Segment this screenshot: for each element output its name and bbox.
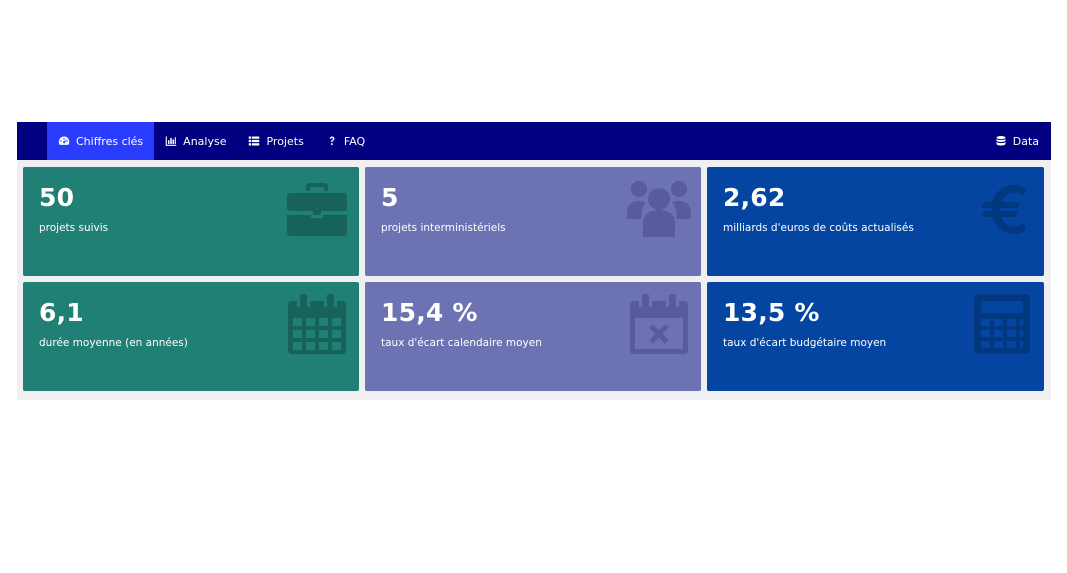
stat-card-ecart-calendaire: 15,4 % taux d'écart calendaire moyen [365,282,701,391]
nav-item-label: Data [1012,134,1039,148]
calendar-x-icon [627,292,691,356]
list-icon [249,136,260,146]
nav-item-faq[interactable]: FAQ [315,122,376,160]
nav-menu: Chiffres clés Analyse Projets FAQ [17,122,376,160]
calendar-icon [285,292,349,356]
euro-icon [970,177,1034,241]
nav-item-label: Analyse [183,134,227,148]
top-navbar: Chiffres clés Analyse Projets FAQ Data [17,122,1051,160]
nav-item-data[interactable]: Data [984,122,1050,160]
users-icon [627,177,691,241]
stat-card-projets-interministeriels: 5 projets interministériels [365,167,701,276]
nav-item-label: Projets [266,134,304,148]
stat-card-duree-moyenne: 6,1 durée moyenne (en années) [23,282,359,391]
stat-card-couts-actualises: 2,62 milliards d'euros de coûts actualis… [707,167,1044,276]
bar-chart-icon [165,136,177,146]
nav-item-label: FAQ [343,134,366,148]
nav-item-label: Chiffres clés [76,134,144,148]
briefcase-icon [285,177,349,241]
nav-item-analyse[interactable]: Analyse [154,122,237,160]
question-icon [329,136,335,145]
key-figures-grid: 50 projets suivis 5 projets interministé… [23,167,1045,391]
nav-item-projets[interactable]: Projets [237,122,314,160]
calculator-icon [970,292,1034,356]
stat-card-ecart-budgetaire: 13,5 % taux d'écart budgétaire moyen [707,282,1044,391]
nav-right: Data [984,122,1051,160]
stat-card-projets-suivis: 50 projets suivis [23,167,359,276]
database-icon [996,135,1006,146]
app-container: Chiffres clés Analyse Projets FAQ Data 5… [17,122,1051,400]
nav-item-chiffres-cles[interactable]: Chiffres clés [47,122,155,160]
dashboard-gauge-icon [58,136,70,145]
